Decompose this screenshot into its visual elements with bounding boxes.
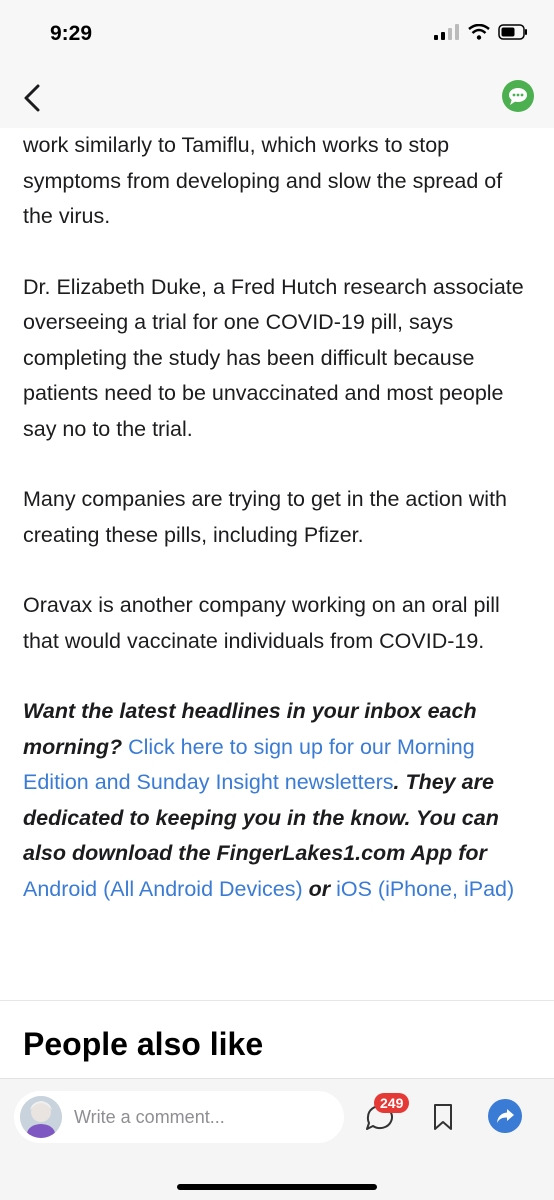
comment-count-badge: 249	[374, 1093, 410, 1113]
newsletter-cta: Want the latest headlines in your inbox …	[23, 694, 538, 907]
bookmark-button[interactable]	[432, 1103, 454, 1131]
wifi-icon	[468, 23, 490, 45]
article-body: work similarly to Tamiflu, which works t…	[23, 128, 538, 942]
home-indicator[interactable]	[177, 1184, 377, 1190]
back-button[interactable]	[20, 80, 48, 116]
article-paragraph: work similarly to Tamiflu, which works t…	[23, 133, 503, 228]
android-app-link[interactable]: Android (All Android Devices)	[23, 877, 303, 901]
cta-or: or	[302, 876, 337, 901]
user-avatar-icon	[20, 1096, 62, 1138]
nav-bar	[0, 70, 554, 128]
people-also-like-title: People also like	[23, 1026, 264, 1062]
bookmark-icon	[434, 1104, 452, 1130]
section-divider	[0, 1000, 554, 1001]
bottom-action-bar: Write a comment... 249	[0, 1078, 554, 1200]
battery-icon	[498, 24, 528, 45]
chat-button[interactable]	[502, 80, 534, 112]
cellular-signal-icon	[434, 24, 460, 45]
article-paragraph: Dr. Elizabeth Duke, a Fred Hutch researc…	[23, 274, 524, 441]
status-time: 9:29	[50, 22, 93, 45]
comment-placeholder: Write a comment...	[74, 1106, 225, 1127]
avatar	[20, 1096, 62, 1138]
ios-app-link[interactable]: iOS (iPhone, iPad)	[336, 877, 514, 901]
chat-bubble-icon	[509, 88, 527, 105]
chevron-left-icon	[24, 84, 40, 112]
share-button[interactable]	[488, 1099, 522, 1133]
status-icons	[434, 23, 528, 45]
article-paragraph: Many companies are trying to get in the …	[23, 487, 508, 547]
article-paragraph: Oravax is another company working on an …	[23, 593, 500, 653]
comment-input[interactable]: Write a comment...	[14, 1091, 344, 1143]
share-arrow-icon	[497, 1109, 514, 1123]
status-bar: 9:29	[0, 0, 554, 70]
